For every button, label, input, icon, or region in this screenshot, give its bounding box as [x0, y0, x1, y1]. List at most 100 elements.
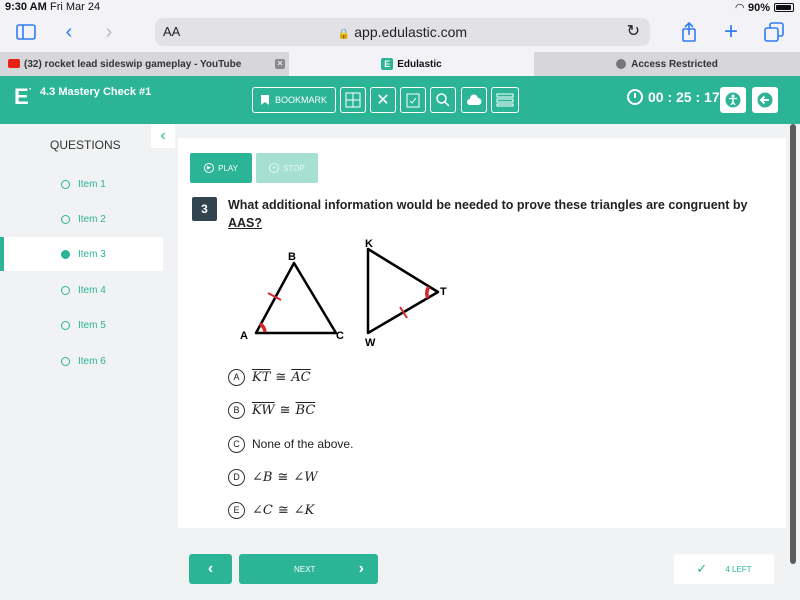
option-math: ∠B ≅ ∠W	[252, 469, 318, 485]
answer-option-e[interactable]: E ∠C ≅ ∠K	[228, 499, 314, 521]
question-item-label: Item 5	[78, 319, 106, 331]
vertex-label-a: A	[240, 330, 248, 342]
reload-icon[interactable]: ↻	[627, 21, 640, 41]
question-item-label: Item 1	[78, 178, 106, 190]
status-right: ◠ 90%	[735, 1, 794, 14]
clipboard-icon	[406, 93, 420, 108]
question-item-1[interactable]: Item 1	[0, 167, 163, 201]
option-letter: C	[228, 435, 245, 453]
scratchpad-button[interactable]	[400, 87, 426, 113]
status-dot	[61, 179, 70, 189]
status-time: 9:30 AM	[5, 1, 47, 13]
youtube-icon	[8, 59, 20, 68]
exit-button[interactable]	[752, 87, 778, 113]
battery-icon	[774, 3, 794, 12]
edulastic-icon: E	[381, 58, 394, 70]
next-button[interactable]: NEXT ›	[239, 554, 378, 584]
answer-eliminator-button[interactable]: ✕	[370, 87, 396, 113]
option-letter: E	[228, 501, 245, 519]
next-label: NEXT	[294, 565, 316, 574]
answer-option-b[interactable]: B KW ≅ BC	[228, 399, 315, 421]
answer-option-c[interactable]: C None of the above.	[228, 433, 353, 455]
address-bar[interactable]: AA 🔒 app.edulastic.com ↻	[155, 18, 650, 46]
question-text: What additional information would be nee…	[228, 196, 768, 232]
new-tab-icon[interactable]: +	[717, 18, 745, 46]
review-remaining-button[interactable]: ✓ 4 LEFT	[674, 554, 774, 584]
exit-arrow-icon	[757, 92, 773, 108]
collapse-sidebar-button[interactable]: ‹	[151, 124, 175, 148]
option-text: None of the above.	[252, 437, 354, 451]
sidebar-toggle-icon[interactable]	[12, 18, 40, 46]
question-item-6[interactable]: Item 6	[0, 344, 163, 378]
answer-option-a[interactable]: A KT ≅ AC	[228, 366, 311, 388]
timer: 00 : 25 : 17	[627, 89, 720, 105]
question-item-4[interactable]: Item 4	[0, 273, 163, 307]
app-header: E· 4.3 Mastery Check #1 BOOKMARK ✕ 00 : …	[0, 76, 800, 124]
tab-youtube[interactable]: (32) rocket lead sideswip gameplay - You…	[0, 52, 266, 76]
previous-button[interactable]: ‹	[189, 554, 232, 584]
question-number: 3	[192, 197, 217, 221]
magnifier-button[interactable]	[430, 87, 456, 113]
status-dot	[61, 249, 70, 259]
status-bar: 9:30 AM Fri Mar 24 ◠ 90%	[0, 0, 800, 14]
save-button[interactable]	[461, 87, 487, 113]
share-icon[interactable]	[675, 18, 703, 46]
question-item-5[interactable]: Item 5	[0, 308, 163, 342]
angle-arc-a	[258, 322, 267, 333]
status-dot	[61, 214, 70, 224]
forward-icon[interactable]: ›	[95, 18, 123, 46]
question-item-2[interactable]: Item 2	[0, 202, 163, 236]
vertex-label-b: B	[288, 251, 296, 263]
play-button[interactable]: ▶ PLAY	[190, 153, 252, 183]
angle-arc-t	[425, 285, 431, 299]
tab-access-restricted[interactable]: Access Restricted	[534, 52, 800, 76]
vertex-label-k: K	[365, 238, 373, 250]
check-icon: ✓	[696, 561, 708, 576]
vertex-label-w: W	[365, 337, 376, 349]
accessibility-button[interactable]	[720, 87, 746, 113]
url-value: app.edulastic.com	[354, 24, 468, 40]
back-icon[interactable]: ‹	[55, 18, 83, 46]
tab-label: (32) rocket lead sideswip gameplay - You…	[24, 58, 242, 70]
wifi-icon: ◠	[735, 2, 744, 14]
edulastic-logo: E·	[14, 84, 33, 109]
stop-button[interactable]: ● STOP	[256, 153, 318, 183]
calculator-button[interactable]	[340, 87, 366, 113]
tabs-overview-icon[interactable]	[760, 18, 788, 46]
close-tab-icon[interactable]: ✕	[275, 59, 285, 69]
triangle-abc	[254, 261, 338, 335]
option-math: KW ≅ BC	[252, 402, 316, 418]
compass-icon	[616, 59, 627, 69]
play-label: PLAY	[218, 163, 238, 173]
bookmark-label: BOOKMARK	[274, 95, 327, 105]
answer-option-d[interactable]: D ∠B ≅ ∠W	[228, 466, 318, 488]
tab-edulastic[interactable]: E Edulastic	[289, 52, 534, 76]
menu-icon	[496, 93, 514, 107]
menu-button[interactable]	[491, 87, 519, 113]
question-card: ▶ PLAY ● STOP 3 What additional informat…	[178, 138, 786, 528]
status-dot	[61, 356, 70, 366]
url-text: 🔒 app.edulastic.com	[155, 24, 650, 40]
stop-label: STOP	[283, 163, 305, 173]
bookmark-button[interactable]: BOOKMARK	[252, 87, 336, 113]
scrollbar[interactable]	[790, 124, 796, 564]
stop-icon: ●	[269, 163, 280, 173]
question-item-label: Item 3	[78, 248, 106, 260]
vertex-label-t: T	[440, 286, 447, 298]
question-item-label: Item 2	[78, 213, 106, 225]
option-math: ∠C ≅ ∠K	[252, 502, 315, 518]
chevron-right-icon: ›	[358, 560, 364, 577]
remaining-label: 4 LEFT	[725, 564, 752, 574]
play-icon: ▶	[204, 163, 215, 173]
battery-percent: 90%	[747, 1, 770, 14]
option-math: KT ≅ AC	[252, 369, 311, 385]
triangles-figure: B A C K T W	[240, 238, 447, 349]
lock-icon: 🔒	[337, 29, 351, 40]
question-item-3[interactable]: Item 3	[0, 237, 163, 271]
chevron-left-icon: ‹	[160, 127, 166, 144]
status-dot	[61, 285, 70, 295]
status-dot	[61, 320, 70, 330]
close-icon: ✕	[376, 92, 390, 109]
vertex-label-c: C	[336, 330, 344, 342]
cloud-upload-icon	[467, 94, 482, 105]
